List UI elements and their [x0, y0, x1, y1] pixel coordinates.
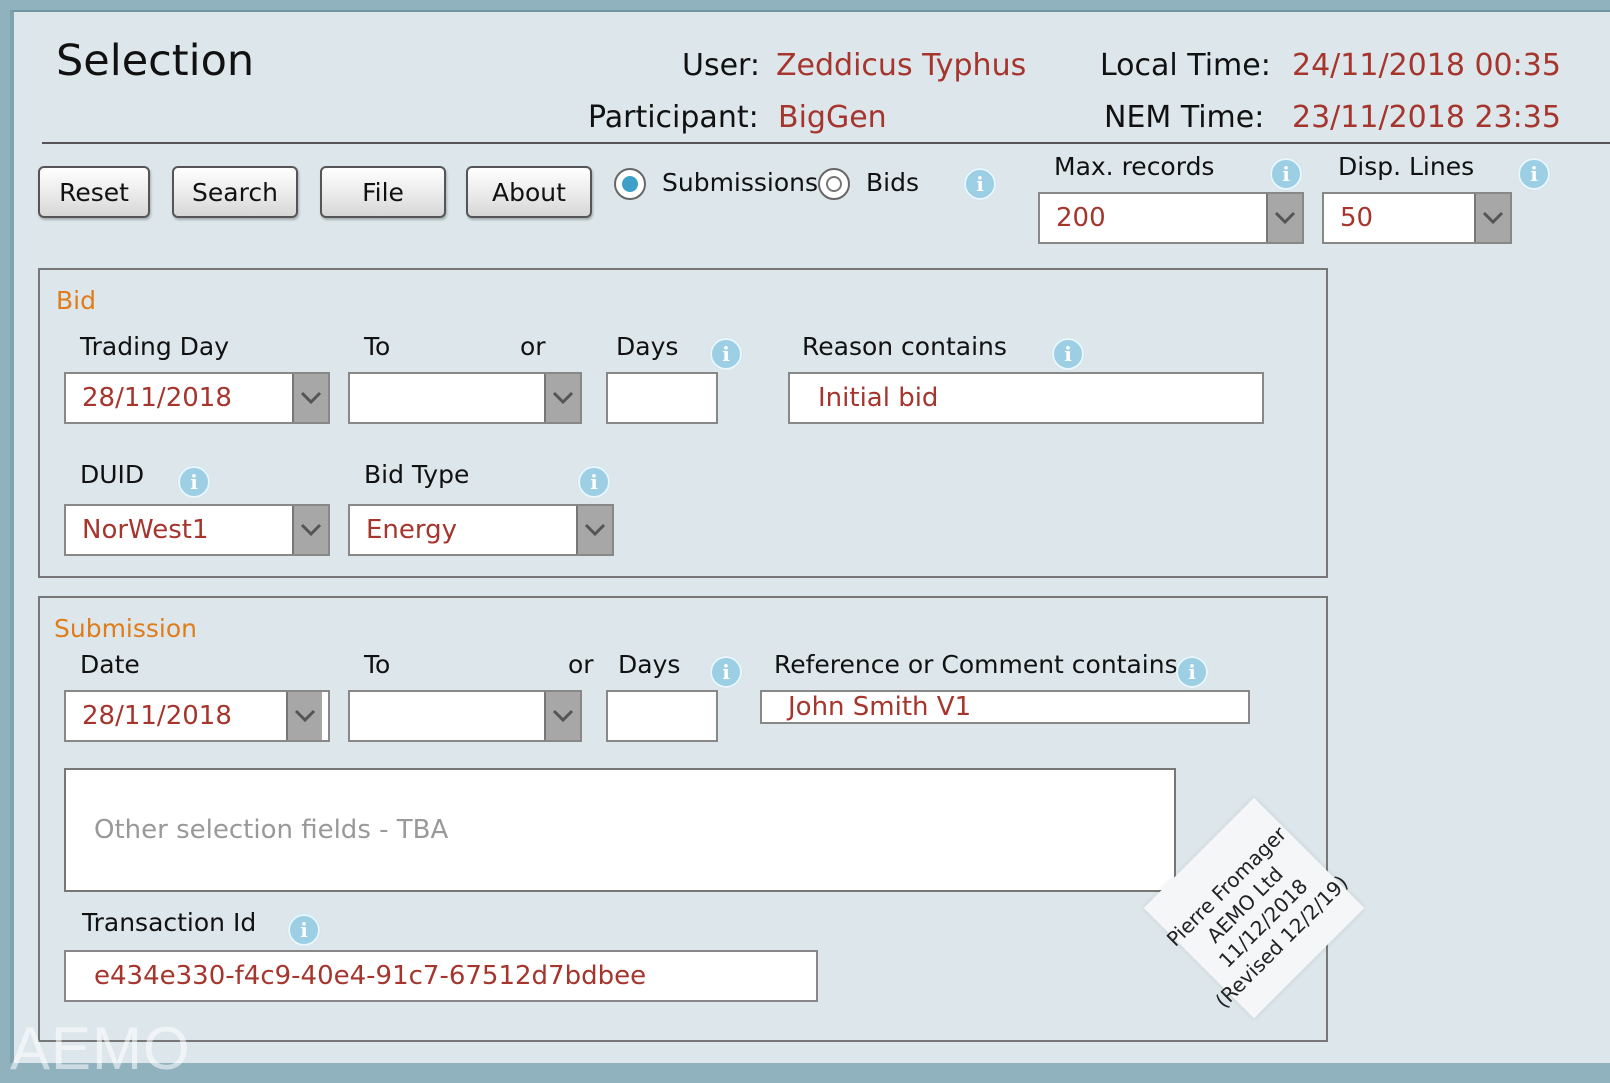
- header-divider: [42, 142, 1610, 144]
- reset-button[interactable]: Reset: [38, 166, 150, 218]
- chevron-down-icon[interactable]: [292, 506, 328, 554]
- transaction-id-label: Transaction Id: [82, 908, 257, 937]
- participant-value: BigGen: [778, 100, 887, 135]
- max-records-select[interactable]: 200: [1038, 192, 1304, 244]
- max-records-value: 200: [1056, 203, 1106, 233]
- info-icon[interactable]: i: [710, 656, 742, 688]
- info-icon[interactable]: i: [964, 168, 996, 200]
- bid-to-select[interactable]: [348, 372, 582, 424]
- submission-section-title: Submission: [54, 614, 198, 643]
- nem-time-label: NEM Time:: [1104, 100, 1265, 135]
- reference-input[interactable]: John Smith V1: [760, 690, 1250, 724]
- chevron-down-icon[interactable]: [1474, 194, 1510, 242]
- selection-window: Selection User: Zeddicus Typhus Particip…: [10, 10, 1610, 1082]
- submission-to-select[interactable]: [348, 690, 582, 742]
- bid-days-label: Days: [616, 332, 679, 361]
- bid-type-label: Bid Type: [364, 460, 470, 489]
- local-time-value: 24/11/2018 00:35: [1292, 48, 1561, 83]
- submission-days-label: Days: [618, 650, 681, 679]
- submission-date-select[interactable]: 28/11/2018: [64, 690, 330, 742]
- bids-radio[interactable]: [818, 168, 850, 200]
- page-title: Selection: [56, 36, 255, 86]
- about-button[interactable]: About: [466, 166, 592, 218]
- bids-radio-label[interactable]: Bids: [866, 168, 919, 197]
- info-icon[interactable]: i: [1052, 338, 1084, 370]
- search-button[interactable]: Search: [172, 166, 298, 218]
- reason-label: Reason contains: [802, 332, 1007, 361]
- chevron-down-icon[interactable]: [1266, 194, 1302, 242]
- info-icon[interactable]: i: [178, 466, 210, 498]
- reference-label: Reference or Comment contains: [774, 650, 1178, 679]
- info-icon[interactable]: i: [710, 338, 742, 370]
- info-icon[interactable]: i: [578, 466, 610, 498]
- reason-input[interactable]: Initial bid: [788, 372, 1264, 424]
- disp-lines-label: Disp. Lines: [1338, 152, 1475, 181]
- bid-section-title: Bid: [56, 286, 96, 315]
- info-icon[interactable]: i: [1176, 656, 1208, 688]
- bid-type-value: Energy: [366, 515, 458, 545]
- chevron-down-icon[interactable]: [544, 692, 580, 740]
- chevron-down-icon[interactable]: [544, 374, 580, 422]
- info-icon[interactable]: i: [288, 914, 320, 946]
- disp-lines-select[interactable]: 50: [1322, 192, 1512, 244]
- transaction-id-input[interactable]: e434e330-f4c9-40e4-91c7-67512d7bdbee: [64, 950, 818, 1002]
- bid-days-input[interactable]: [606, 372, 718, 424]
- chevron-down-icon[interactable]: [286, 692, 322, 740]
- aemo-logo: AEMO: [10, 1015, 191, 1082]
- chevron-down-icon[interactable]: [576, 506, 612, 554]
- file-button[interactable]: File: [320, 166, 446, 218]
- bid-to-label: To: [364, 332, 391, 361]
- date-label: Date: [80, 650, 140, 679]
- trading-day-value: 28/11/2018: [82, 383, 232, 413]
- submissions-radio[interactable]: [614, 168, 646, 200]
- info-icon[interactable]: i: [1270, 158, 1302, 190]
- bid-or-label: or: [520, 332, 546, 361]
- trading-day-select[interactable]: 28/11/2018: [64, 372, 330, 424]
- trading-day-label: Trading Day: [80, 332, 230, 361]
- radio-selected-dot: [622, 176, 638, 192]
- bid-type-select[interactable]: Energy: [348, 504, 614, 556]
- other-selection-fields: Other selection fields - TBA: [64, 768, 1176, 892]
- submission-or-label: or: [568, 650, 594, 679]
- local-time-label: Local Time:: [1100, 48, 1271, 83]
- max-records-label: Max. records: [1054, 152, 1215, 181]
- submission-to-label: To: [364, 650, 391, 679]
- user-label: User:: [682, 48, 760, 83]
- duid-label: DUID: [80, 460, 145, 489]
- participant-label: Participant:: [588, 100, 759, 135]
- user-value: Zeddicus Typhus: [776, 48, 1027, 83]
- chevron-down-icon[interactable]: [292, 374, 328, 422]
- duid-select[interactable]: NorWest1: [64, 504, 330, 556]
- radio-unselected-dot: [826, 176, 842, 192]
- info-icon[interactable]: i: [1518, 158, 1550, 190]
- duid-value: NorWest1: [82, 515, 209, 545]
- submission-date-value: 28/11/2018: [82, 701, 232, 731]
- disp-lines-value: 50: [1340, 203, 1374, 233]
- submission-days-input[interactable]: [606, 690, 718, 742]
- submissions-radio-label[interactable]: Submissions: [662, 168, 818, 197]
- nem-time-value: 23/11/2018 23:35: [1292, 100, 1561, 135]
